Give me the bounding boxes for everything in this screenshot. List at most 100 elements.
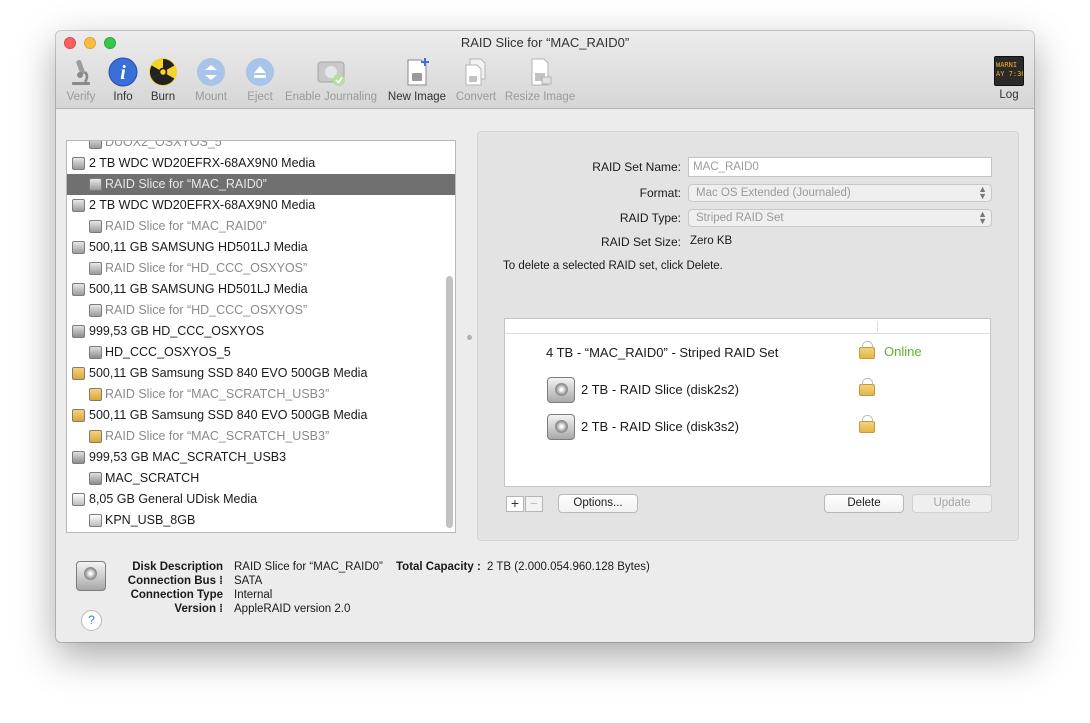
sidebar-item-label: 999,53 GB HD_CCC_OSXYOS [89,324,265,338]
burn-label: Burn [150,91,176,103]
new-image-icon [401,56,433,88]
hdd-volume-icon [89,262,102,275]
enable-journaling-button[interactable]: Enable Journaling [284,56,378,103]
sidebar-disk-item[interactable]: 500,11 GB SAMSUNG HD501LJ Media [67,279,455,300]
sidebar-volume-item[interactable]: DUOX2_OSXYOS_5 [67,140,455,153]
raid-set-size-label: RAID Set Size: [600,235,681,249]
sidebar-item-label: RAID Slice for “MAC_RAID0” [105,177,267,191]
eject-icon [244,56,276,88]
external-drive-icon [72,367,85,380]
format-value: Mac OS Extended (Journaled) [696,187,851,199]
eject-button[interactable]: Eject [244,56,276,103]
sidebar-volume-item[interactable]: RAID Slice for “HD_CCC_OSXYOS” [67,300,455,321]
sidebar-item-label: 2 TB WDC WD20EFRX-68AX9N0 Media [89,156,316,170]
enable-journaling-label: Enable Journaling [284,91,378,103]
radioactive-burn-icon [147,56,179,88]
raid-member-row[interactable]: 2 TB - RAID Slice (disk3s2) [581,419,739,434]
total-capacity-value: 2 TB (2.000.054.960.128 Bytes) [487,561,650,573]
sidebar-item-label: 500,11 GB SAMSUNG HD501LJ Media [89,240,308,254]
options-button[interactable]: Options... [558,494,638,513]
hdd-volume-icon [89,141,102,149]
volume-icon [89,472,102,485]
update-button[interactable]: Update [912,494,992,513]
sidebar-item-label: 8,05 GB General UDisk Media [89,492,258,506]
connection-bus-value: SATA [234,575,263,587]
console-log-icon: WARNI AY 7:36 [994,56,1024,86]
sidebar-disk-item[interactable]: 2 TB WDC WD20EFRX-68AX9N0 Media [67,153,455,174]
raid-set-name-field[interactable]: MAC_RAID0 [688,157,992,177]
usb-drive-icon [72,493,85,506]
raid-member-row[interactable]: 2 TB - RAID Slice (disk2s2) [581,382,739,397]
popup-chevron-icon: ▲ ▼ [978,184,987,201]
sidebar-item-label: HD_CCC_OSXYOS_5 [105,345,231,359]
add-raid-member-button[interactable]: + [506,496,524,512]
new-image-button[interactable]: New Image [387,56,447,103]
connection-type-value: Internal [234,589,273,601]
log-button[interactable]: WARNI AY 7:36 Log [993,56,1025,101]
remove-raid-member-button[interactable]: − [525,496,543,512]
raid-set-icon [72,451,85,464]
sidebar-volume-item[interactable]: RAID Slice for “HD_CCC_OSXYOS” [67,258,455,279]
hard-disk-icon [547,414,575,440]
info-button[interactable]: i Info [107,56,139,103]
external-drive-icon [72,409,85,422]
lock-icon [859,378,875,396]
sidebar-volume-item[interactable]: HD_CCC_OSXYOS_5 [67,342,455,363]
journaling-disk-icon [315,56,347,88]
sidebar-volume-item[interactable]: RAID Slice for “MAC_SCRATCH_USB3” [67,384,455,405]
version-label: Version : [174,603,223,615]
split-view-handle[interactable] [467,335,472,340]
sidebar-disk-item[interactable]: 500,11 GB Samsung SSD 840 EVO 500GB Medi… [67,363,455,384]
sidebar-volume-item[interactable]: RAID Slice for “MAC_SCRATCH_USB3” [67,426,455,447]
hdd-icon [72,283,85,296]
sidebar-disk-item[interactable]: 8,05 GB General UDisk Media [67,489,455,510]
lock-icon [859,341,875,359]
convert-button[interactable]: Convert [454,56,498,103]
sidebar-item-label: 2 TB WDC WD20EFRX-68AX9N0 Media [89,198,316,212]
external-volume-icon [89,430,102,443]
sidebar-item-label: 500,11 GB SAMSUNG HD501LJ Media [89,282,308,296]
sidebar-item-label: 999,53 GB MAC_SCRATCH_USB3 [89,450,287,464]
eject-label: Eject [247,91,273,103]
mount-button[interactable]: Mount [195,56,227,103]
raid-set-size-value: Zero KB [690,235,733,247]
verify-button[interactable]: Verify [65,56,97,103]
sidebar-disk-item[interactable]: 500,11 GB Samsung SSD 840 EVO 500GB Medi… [67,405,455,426]
sidebar-item-label: DUOX2_OSXYOS_5 [105,140,222,149]
help-button[interactable]: ? [81,610,102,631]
sidebar-volume-item[interactable]: MAC_SCRATCH [67,468,455,489]
sidebar-disk-item[interactable]: 999,53 GB HD_CCC_OSXYOS [67,321,455,342]
hard-disk-icon [547,377,575,403]
selected-disk-icon [76,561,106,591]
burn-button[interactable]: Burn [147,56,179,103]
hdd-icon [72,241,85,254]
sidebar-volume-item[interactable]: RAID Slice for “MAC_RAID0” [67,216,455,237]
sidebar-volume-item[interactable]: KPN_USB_8GB [67,510,455,531]
titlebar: RAID Slice for “MAC_RAID0” Verify i Info… [56,31,1034,109]
sidebar-item-label: RAID Slice for “HD_CCC_OSXYOS” [105,303,308,317]
sidebar-item-label: 500,11 GB Samsung SSD 840 EVO 500GB Medi… [89,366,368,380]
raid-status: Online [884,344,922,359]
hdd-volume-icon [89,304,102,317]
disk-utility-window: RAID Slice for “MAC_RAID0” Verify i Info… [56,31,1034,642]
sidebar-disk-item[interactable]: 999,53 GB MAC_SCRATCH_USB3 [67,447,455,468]
convert-icon [460,56,492,88]
raid-type-label: RAID Type: [619,211,681,225]
raid-type-popup[interactable]: Striped RAID Set ▲ ▼ [688,209,992,227]
hdd-icon [72,157,85,170]
sidebar-item-label: RAID Slice for “HD_CCC_OSXYOS” [105,261,308,275]
delete-button[interactable]: Delete [824,494,904,513]
resize-image-label: Resize Image [504,91,576,103]
disk-list-sidebar[interactable]: DUOX2_OSXYOS_5 2 TB WDC WD20EFRX-68AX9N0 … [66,140,456,533]
verify-label: Verify [66,91,96,103]
raid-set-icon [72,325,85,338]
format-popup[interactable]: Mac OS Extended (Journaled) ▲ ▼ [688,184,992,202]
sidebar-scrollbar[interactable] [446,276,453,528]
sidebar-volume-item[interactable]: RAID Slice for “MAC_RAID0” [67,174,455,195]
resize-image-icon [524,56,556,88]
sidebar-disk-item[interactable]: 2 TB WDC WD20EFRX-68AX9N0 Media [67,195,455,216]
sidebar-disk-item[interactable]: 500,11 GB SAMSUNG HD501LJ Media [67,237,455,258]
new-image-label: New Image [387,91,447,103]
resize-image-button[interactable]: Resize Image [504,56,576,103]
raid-set-row[interactable]: 4 TB - “MAC_RAID0” - Striped RAID Set [546,345,778,360]
